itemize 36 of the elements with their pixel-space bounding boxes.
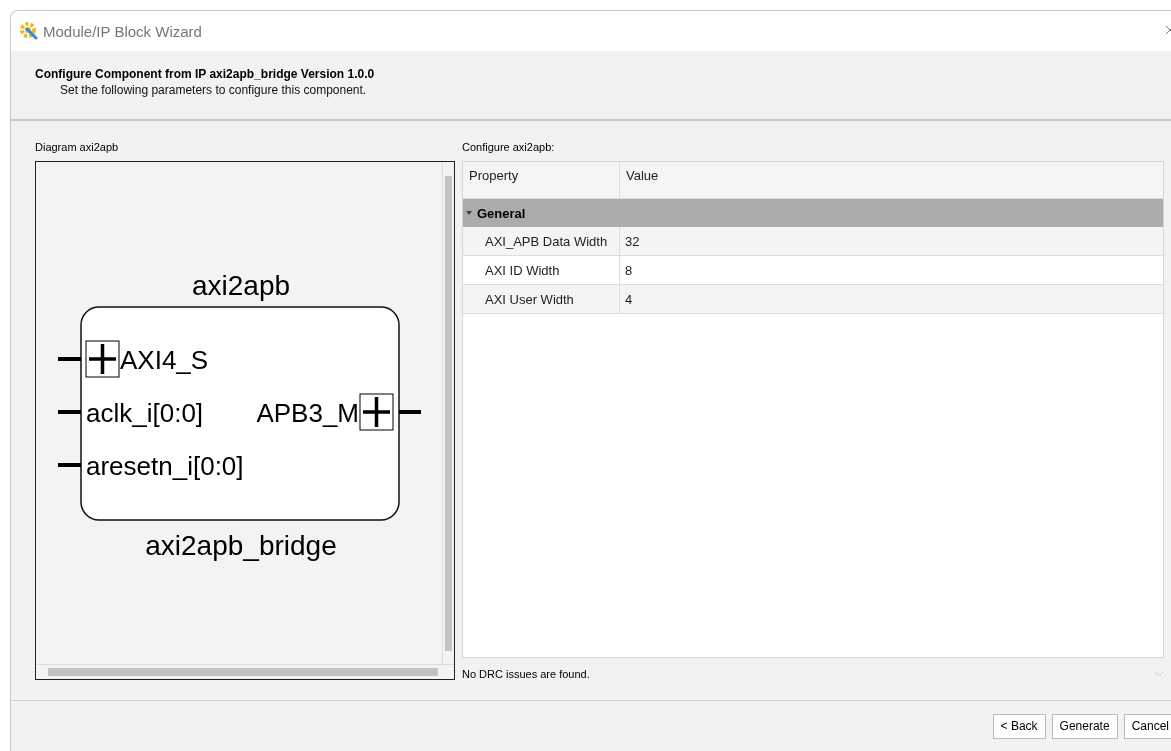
- group-row[interactable]: General: [463, 199, 1163, 227]
- column-header[interactable]: Value: [620, 162, 665, 198]
- window-title: Module/IP Block Wizard: [43, 22, 202, 40]
- pin-line: [58, 410, 81, 414]
- caret-icon: [465, 209, 473, 217]
- horizontal-scrollbar[interactable]: [36, 664, 454, 679]
- dialog-button[interactable]: < Back: [992, 713, 1046, 739]
- property-cell: AXI User Width: [463, 285, 620, 313]
- port-label: aresetn_i[0:0]: [86, 451, 244, 481]
- dialog-button[interactable]: Cancel: [1123, 713, 1171, 739]
- group-name: General: [477, 205, 526, 221]
- dialog-button[interactable]: Generate: [1051, 713, 1118, 739]
- pin-line: [399, 410, 421, 414]
- value-cell[interactable]: 8: [620, 256, 633, 284]
- column-header[interactable]: Property: [463, 162, 620, 198]
- status-message: No DRC issues are found.: [462, 668, 590, 680]
- vertical-scrollbar[interactable]: [442, 162, 454, 665]
- port-label: aclk_i[0:0]: [86, 398, 204, 428]
- config-label: Configure axi2apb:: [462, 141, 556, 153]
- property-cell: AXI_APB Data Width: [463, 227, 620, 255]
- port-label: AXI4_S: [120, 345, 209, 375]
- diagram-label: Diagram axi2apb: [35, 141, 120, 153]
- expand-icon[interactable]: [85, 340, 120, 378]
- property-cell: AXI ID Width: [463, 256, 620, 284]
- expand-icon[interactable]: [359, 393, 394, 431]
- chevron-icon: [1154, 671, 1164, 677]
- pin-line: [58, 463, 81, 467]
- value-cell[interactable]: 32: [620, 227, 640, 255]
- gear-wrench-icon: [19, 21, 39, 41]
- instance-name: axi2apb: [191, 270, 291, 301]
- page-heading: Configure Component from IP axi2apb_bridge Version 1.0.0: [35, 67, 376, 81]
- page-subtitle: Set the following parameters to configure this component.: [59, 83, 368, 97]
- port-label: APB3_M: [256, 398, 359, 428]
- value-cell[interactable]: 4: [620, 285, 633, 313]
- pin-line: [58, 357, 81, 361]
- module-name: axi2apb_bridge: [145, 530, 337, 561]
